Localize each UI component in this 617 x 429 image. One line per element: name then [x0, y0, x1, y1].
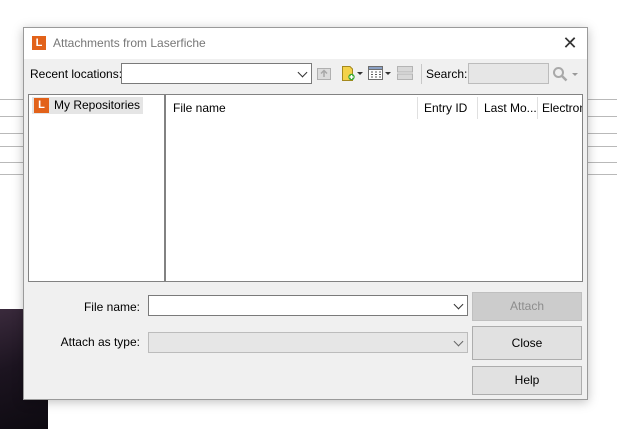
list-view-icon[interactable] — [397, 66, 413, 80]
close-icon[interactable]: ✕ — [559, 32, 581, 54]
column-header-last-modified[interactable]: Last Mo... — [477, 95, 537, 121]
chevron-down-icon — [453, 299, 464, 309]
laserfiche-logo-icon: L — [34, 98, 49, 113]
title-bar[interactable]: L Attachments from Laserfiche ✕ — [24, 28, 587, 59]
file-name-combo[interactable] — [148, 295, 468, 316]
dialog-title: Attachments from Laserfiche — [53, 36, 206, 50]
search-menu-arrow-icon[interactable] — [572, 73, 578, 76]
search-input[interactable] — [468, 63, 549, 84]
view-menu-arrow-icon[interactable] — [385, 72, 391, 75]
attach-as-type-label: Attach as type: — [60, 335, 140, 349]
recent-locations-label: Recent locations: — [30, 67, 123, 81]
repository-tree[interactable]: L My Repositories — [28, 94, 165, 282]
view-options-icon[interactable] — [368, 66, 383, 80]
attachments-dialog: L Attachments from Laserfiche ✕ Recent l… — [23, 27, 588, 400]
search-label: Search: — [426, 67, 468, 81]
close-button[interactable]: Close — [472, 326, 582, 360]
help-button[interactable]: Help — [472, 366, 582, 395]
chevron-down-icon — [453, 336, 464, 346]
search-icon[interactable] — [552, 66, 568, 82]
file-name-label: File name: — [83, 300, 140, 314]
file-list[interactable]: File name Entry ID Last Mo... Electron — [165, 94, 583, 282]
attach-button[interactable]: Attach — [472, 292, 582, 321]
column-header-file-name[interactable]: File name — [166, 95, 417, 121]
upload-icon[interactable] — [316, 65, 332, 81]
tree-item-my-repositories[interactable]: L My Repositories — [32, 97, 144, 114]
column-header-electronic[interactable]: Electron — [537, 95, 582, 121]
attach-as-type-select[interactable] — [148, 332, 468, 353]
chevron-down-icon — [297, 67, 308, 77]
recent-locations-dropdown[interactable] — [121, 63, 312, 84]
toolbar-separator — [421, 64, 422, 84]
column-header-entry-id[interactable]: Entry ID — [417, 95, 477, 121]
new-folder-icon[interactable] — [340, 65, 356, 82]
new-menu-arrow-icon[interactable] — [357, 72, 363, 75]
tree-item-label: My Repositories — [54, 98, 141, 112]
laserfiche-logo-icon: L — [32, 36, 46, 50]
